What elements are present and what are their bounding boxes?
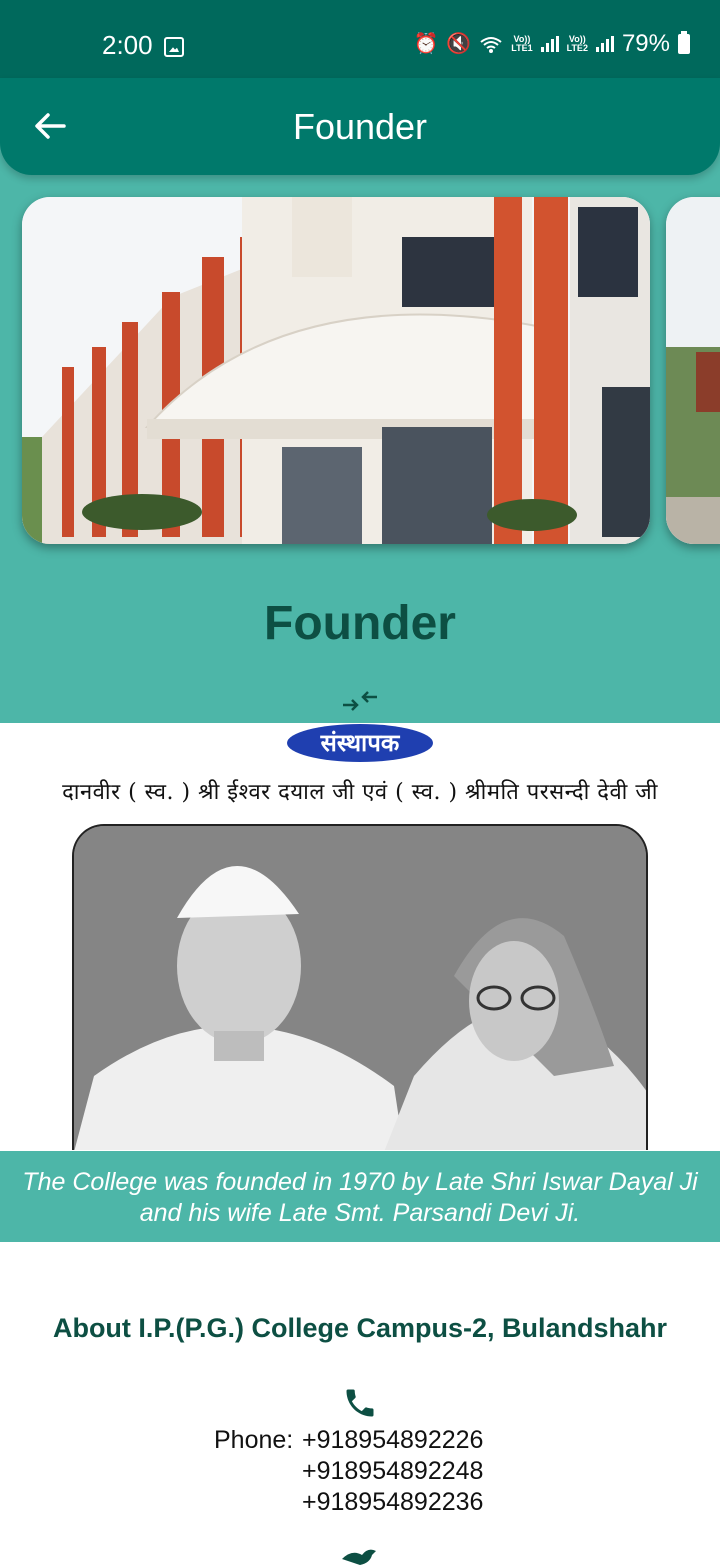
about-title: About I.P.(P.G.) College Campus-2, Bulan… bbox=[52, 1313, 668, 1343]
lte2-label: Vo)) LTE2 bbox=[566, 34, 588, 53]
lte1-label: Vo)) LTE1 bbox=[511, 34, 533, 53]
wifi-icon bbox=[480, 37, 502, 53]
collapse-arrows-icon[interactable] bbox=[341, 688, 379, 714]
carousel-image-next[interactable] bbox=[666, 197, 720, 544]
status-time: 2:00 bbox=[102, 30, 153, 60]
founder-hindi-names: दानवीर ( स्व. ) श्री ईश्वर दयाल जी एवं (… bbox=[62, 780, 658, 805]
section-title: Founder bbox=[264, 597, 456, 650]
status-bar: 2:00 ⏰ 🔇 Vo)) LTE1 Vo)) LTE2 79% bbox=[0, 0, 720, 78]
phone-number-1[interactable]: +918954892226 bbox=[302, 1426, 483, 1455]
twitter-icon[interactable] bbox=[340, 1545, 380, 1565]
phone-number-3[interactable]: +918954892236 bbox=[302, 1488, 483, 1517]
founders-photo bbox=[72, 824, 648, 1150]
phone-number-2[interactable]: +918954892248 bbox=[302, 1457, 483, 1486]
phone-icon bbox=[346, 1389, 374, 1417]
signal-1-icon bbox=[540, 36, 559, 52]
app-bar-title: Founder bbox=[292, 106, 428, 147]
phone-label: Phone: bbox=[214, 1426, 294, 1454]
alarm-icon: ⏰ bbox=[413, 33, 439, 55]
status-icons: ⏰ 🔇 Vo)) LTE1 Vo)) LTE2 79% bbox=[413, 30, 690, 58]
carousel-image-college-building[interactable] bbox=[22, 197, 650, 544]
battery-percent: 79% bbox=[621, 30, 670, 57]
battery-icon bbox=[678, 31, 690, 54]
image-notification-icon bbox=[164, 37, 184, 57]
founder-badge: संस्थापक bbox=[287, 724, 433, 762]
founders-portrait-image bbox=[74, 826, 646, 1150]
mute-icon: 🔇 bbox=[446, 33, 472, 55]
campus-image bbox=[666, 197, 720, 544]
college-building-image bbox=[22, 197, 650, 544]
app-bar: Founder bbox=[0, 78, 720, 175]
founder-caption: The College was founded in 1970 by Late … bbox=[0, 1151, 720, 1242]
signal-2-icon bbox=[595, 36, 614, 52]
